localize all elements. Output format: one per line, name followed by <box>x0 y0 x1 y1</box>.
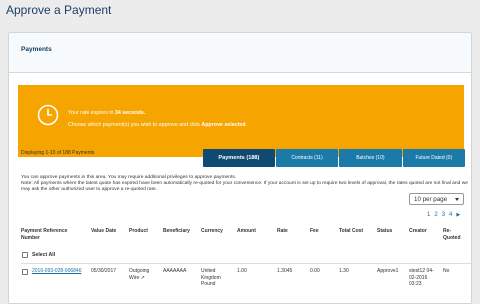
tab-future-dated[interactable]: Future Dated (0) <box>402 149 465 167</box>
row-requoted: No <box>443 268 450 274</box>
col-header-reference[interactable]: Payment Reference Number <box>21 228 83 242</box>
chevron-down-icon <box>455 198 459 201</box>
row-status: Approve1 <box>377 268 399 274</box>
outgoing-wire-icon: ↗ <box>140 274 145 281</box>
tab-batches[interactable]: Batches (10) <box>339 149 402 167</box>
row-fee: 0.00 <box>310 268 320 274</box>
row-value-date: 05/30/2017 <box>91 268 117 274</box>
page-title: Approve a Payment <box>6 3 112 17</box>
select-all-label: Select All <box>32 252 56 258</box>
divider <box>21 263 471 264</box>
row-product: Outgoing Wire ↗ <box>129 268 150 281</box>
per-page-select[interactable]: 10 per page <box>409 193 464 205</box>
select-all: Select All <box>22 252 55 258</box>
row-amount: 1.00 <box>237 268 247 274</box>
row-reference-link[interactable]: 2016-093-028-006846 <box>32 268 82 275</box>
alert-expiry-text: Your rate expires in 34 seconds. <box>68 110 146 116</box>
payment-tabs: Payments (188) Contracts (11) Batches (1… <box>203 149 465 167</box>
row-rate: 1.3045 <box>277 268 293 274</box>
row-beneficiary: AAAAAAA <box>163 268 187 274</box>
col-header-status[interactable]: Status <box>377 228 392 235</box>
payments-panel: Payments Your rate expires in 34 seconds… <box>8 32 472 304</box>
col-header-creator[interactable]: Creator <box>409 228 427 235</box>
per-page-value: 10 per page <box>414 196 448 203</box>
row-creator: stest12 04-02-2016 03:23 <box>409 268 434 287</box>
alert-instruction-text: Choose which payment(s) you wish to appr… <box>68 122 248 128</box>
info-note: Note: All payments where the latest quot… <box>21 181 468 192</box>
info-text: You can approve payments in this area. Y… <box>21 175 237 180</box>
col-header-currency[interactable]: Currency <box>201 228 223 235</box>
page-link-4[interactable]: 4 <box>449 212 452 218</box>
select-all-checkbox[interactable] <box>22 252 28 258</box>
col-header-amount[interactable]: Amount <box>237 228 256 235</box>
tab-payments[interactable]: Payments (188) <box>203 149 275 167</box>
row-checkbox[interactable] <box>22 269 28 275</box>
page-link-2[interactable]: 2 <box>434 212 437 218</box>
rate-expiry-alert: Your rate expires in 34 seconds. Choose … <box>18 85 464 157</box>
clock-icon <box>37 104 59 126</box>
col-header-beneficiary[interactable]: Beneficiary <box>163 228 190 235</box>
col-header-fee[interactable]: Fee <box>310 228 319 235</box>
panel-title: Payments <box>9 33 471 73</box>
col-header-total-cost[interactable]: Total Cost <box>339 228 363 235</box>
page-link-1[interactable]: 1 <box>427 212 430 218</box>
next-page-icon[interactable]: ▶ <box>456 212 460 218</box>
col-header-value-date[interactable]: Value Date <box>91 228 116 235</box>
results-count: Displaying 1-10 of 188 Payments <box>21 150 95 156</box>
row-total-cost: 1.30 <box>339 268 349 274</box>
pagination: 1 2 3 4 ▶ <box>427 212 460 218</box>
tab-contracts[interactable]: Contracts (11) <box>275 149 339 167</box>
col-header-product[interactable]: Product <box>129 228 148 235</box>
row-currency: United Kingdom Pound <box>201 268 221 287</box>
col-header-requoted[interactable]: Re-Quoted <box>443 228 467 242</box>
page-link-3[interactable]: 3 <box>442 212 445 218</box>
col-header-rate[interactable]: Rate <box>277 228 288 235</box>
